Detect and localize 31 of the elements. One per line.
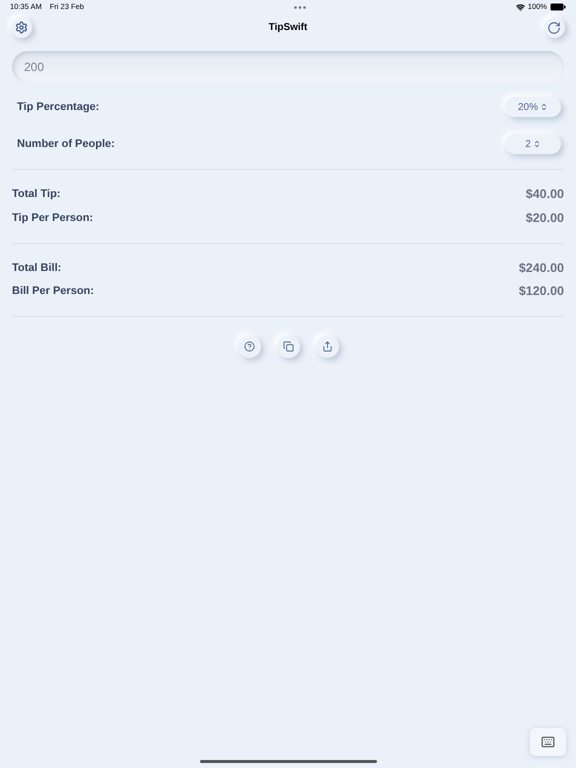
result-value: $120.00 — [518, 283, 564, 300]
copy-button[interactable] — [276, 335, 300, 358]
app-title: TipSwift — [268, 21, 308, 35]
wifi-icon — [516, 2, 525, 12]
keyboard-button[interactable] — [530, 728, 566, 756]
chevron-updown-icon — [540, 103, 548, 111]
result-value: $240.00 — [518, 260, 564, 276]
stepper-picker[interactable]: 2 — [505, 134, 561, 154]
multitasking-dots-icon[interactable] — [294, 6, 306, 8]
result-label: Bill Per Person: — [12, 284, 94, 300]
help-button[interactable] — [238, 335, 260, 358]
battery-icon — [550, 3, 566, 11]
settings-button[interactable] — [11, 17, 32, 38]
bill-amount-field[interactable]: 200 — [12, 51, 564, 83]
setting-label: Tip Percentage: — [17, 100, 100, 115]
result-value: $40.00 — [526, 186, 564, 203]
share-button[interactable] — [316, 335, 338, 358]
result-label: Total Bill: — [12, 260, 62, 276]
result-label: Total Tip: — [12, 187, 60, 202]
keyboard-icon — [541, 735, 555, 749]
result-label: Tip Per Person: — [12, 210, 94, 226]
settings-icon — [15, 21, 28, 34]
stepper-picker[interactable]: 20% — [505, 97, 561, 117]
help-icon — [244, 341, 254, 352]
copy-icon — [282, 341, 294, 352]
chevron-updown-icon — [532, 140, 541, 148]
result-value: $20.00 — [526, 210, 564, 227]
setting-label: Number of People: — [17, 136, 115, 152]
reset-icon — [547, 20, 562, 34]
reset-button[interactable] — [544, 17, 565, 38]
share-icon — [322, 341, 332, 352]
